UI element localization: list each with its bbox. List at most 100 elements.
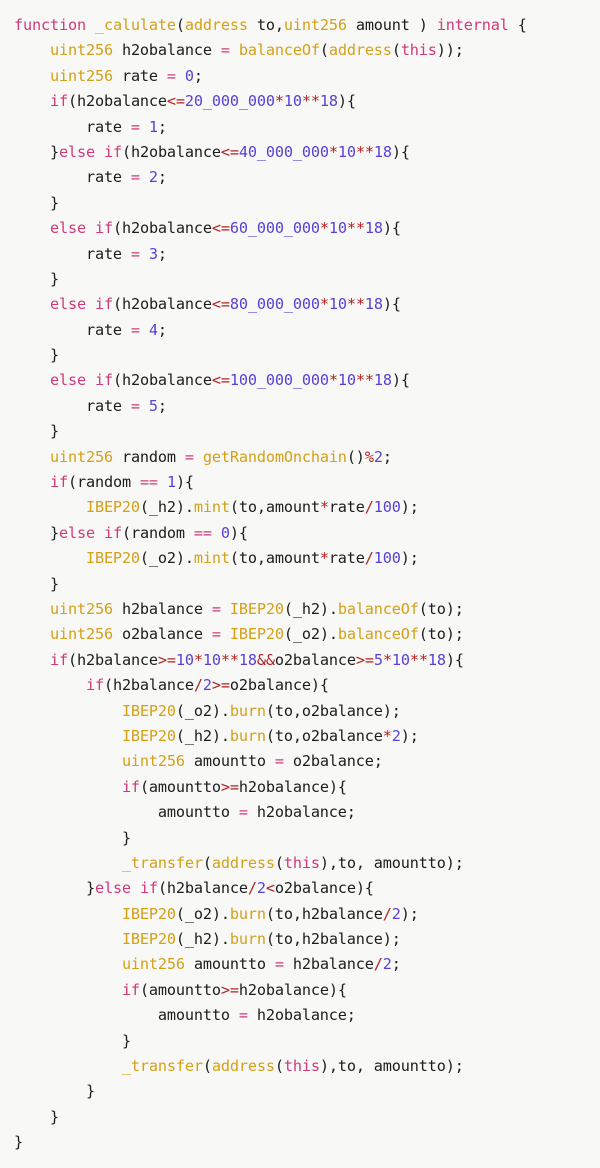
code-token-plain: (to,h2balance); <box>265 930 401 949</box>
code-token-plain: h2obalance){ <box>238 980 347 999</box>
code-token-plain: ); <box>400 498 419 517</box>
code-token-plain: (random <box>121 523 194 542</box>
code-line: }else if(h2obalance<=40_000_000*10**18){ <box>14 140 600 165</box>
code-token-num: 10 <box>391 650 410 669</box>
code-token-num: 1 <box>148 117 158 136</box>
code-token-op: * <box>328 142 338 161</box>
code-token-kw: if <box>49 92 68 111</box>
code-token-plain: } <box>49 269 59 288</box>
code-token-plain: o2balance; <box>283 752 383 771</box>
code-token-plain: ( <box>175 16 185 34</box>
code-token-plain: h2obalance){ <box>238 777 347 796</box>
code-token-plain: } <box>85 1082 95 1101</box>
code-token-plain: ; <box>157 396 167 415</box>
code-token-plain: (to); <box>418 599 464 618</box>
code-token-op: * <box>382 726 392 745</box>
code-line: IBEP20(_h2).burn(to,o2balance*2); <box>14 724 600 749</box>
code-token-kw: if <box>49 473 68 492</box>
code-editor-viewport[interactable]: function _calulate(address to,uint256 am… <box>0 0 600 1168</box>
code-token-plain: o2balance){ <box>229 676 329 695</box>
code-token-type: uint256 <box>121 752 185 771</box>
code-line: uint256 rate = 0; <box>14 64 600 89</box>
code-token-plain: ); <box>400 549 419 568</box>
code-token-asg: == <box>139 473 158 492</box>
code-token-num: 10 <box>337 371 356 390</box>
code-token-kw: else <box>58 523 95 542</box>
code-token-type: IBEP20 <box>85 498 140 517</box>
code-token-asg: = <box>220 41 230 60</box>
code-token-plain: } <box>49 193 59 212</box>
code-token-num: 100_000_000 <box>229 371 329 390</box>
code-token-plain: rate <box>85 320 131 339</box>
code-token-plain: { <box>508 16 527 34</box>
code-token-plain: (to); <box>418 625 464 644</box>
code-token-plain: ( <box>274 1057 284 1076</box>
code-token-num: 10 <box>202 650 221 669</box>
code-token-plain: (amountto <box>139 980 221 999</box>
code-line: uint256 amountto = o2balance; <box>14 749 600 774</box>
code-token-plain: ){ <box>382 295 401 314</box>
code-token-plain: ( <box>391 41 401 60</box>
code-token-type: address <box>328 41 392 60</box>
code-line: IBEP20(_o2).mint(to,amount*rate/100); <box>14 546 600 571</box>
code-token-type: IBEP20 <box>121 930 176 949</box>
code-token-fn: mint <box>193 498 230 517</box>
code-token-plain: () <box>346 447 365 466</box>
code-token-plain: amountto <box>184 955 275 974</box>
code-token-plain: ),to, amountto); <box>319 1057 464 1076</box>
code-token-num: 10 <box>175 650 194 669</box>
code-token-plain: (_h2). <box>139 498 194 517</box>
code-token-asg: = <box>130 320 140 339</box>
code-token-num: 10 <box>328 219 347 238</box>
code-token-num: 5 <box>148 396 158 415</box>
code-token-type: IBEP20 <box>85 549 140 568</box>
code-token-asg: = <box>130 396 140 415</box>
code-token-num: 2 <box>391 904 401 923</box>
code-token-num: 100 <box>373 498 401 517</box>
code-token-num: 10 <box>283 92 302 111</box>
code-line: rate = 1; <box>14 115 600 140</box>
code-token-op: ** <box>346 219 365 238</box>
code-token-plain: o2balance){ <box>274 879 374 898</box>
code-line: IBEP20(_o2).burn(to,h2balance/2); <box>14 902 600 927</box>
code-line: rate = 2; <box>14 165 600 190</box>
code-token-plain: to, <box>247 16 284 34</box>
code-token-plain: (_o2). <box>175 701 230 720</box>
code-token-plain: random <box>112 447 185 466</box>
code-token-op: >= <box>211 676 230 695</box>
code-token-kw: this <box>283 1057 320 1076</box>
code-line: } <box>14 191 600 216</box>
code-token-plain: o2balance <box>274 650 356 669</box>
code-token-fn: burn <box>229 930 266 949</box>
code-token-kw: if <box>103 142 122 161</box>
code-token-plain: (h2balance <box>67 650 158 669</box>
code-token-plain: h2obalance; <box>247 1006 356 1025</box>
code-token-num: 18 <box>238 650 257 669</box>
code-token-num: 18 <box>427 650 446 669</box>
code-line: }else if(random == 0){ <box>14 521 600 546</box>
code-token-op: >= <box>355 650 374 669</box>
code-token-fn: balanceOf <box>337 625 419 644</box>
code-token-op: * <box>328 371 338 390</box>
code-token-plain: } <box>49 1107 59 1126</box>
code-token-op: * <box>319 219 329 238</box>
code-line: IBEP20(_h2).burn(to,h2balance); <box>14 927 600 952</box>
